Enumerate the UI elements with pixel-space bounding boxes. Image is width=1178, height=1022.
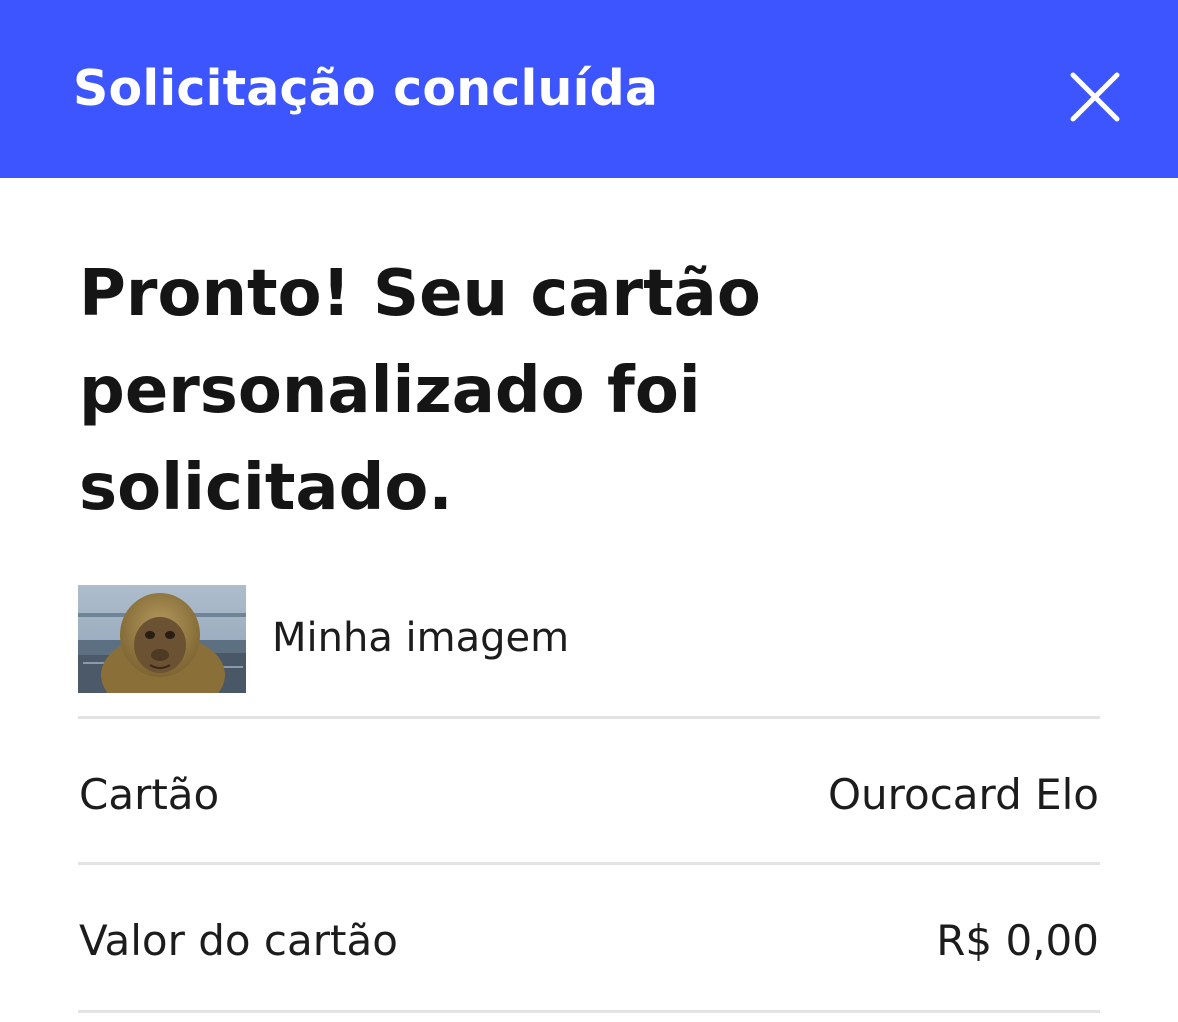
card-price-label: Valor do cartão: [79, 916, 398, 965]
close-icon: [1070, 72, 1120, 122]
headline-line-1: Pronto! Seu cartão: [79, 257, 761, 331]
card-price-value: R$ 0,00: [936, 916, 1099, 965]
header-bar: Solicitação concluída: [0, 0, 1178, 178]
close-button[interactable]: [1064, 66, 1126, 128]
card-value: Ourocard Elo: [828, 770, 1099, 819]
headline-line-2: personalizado foi: [79, 354, 701, 428]
custom-image-row: Minha imagem: [78, 585, 1100, 693]
divider: [78, 716, 1100, 719]
card-label: Cartão: [79, 770, 220, 819]
divider: [78, 862, 1100, 865]
divider: [78, 1010, 1100, 1013]
confirmation-headline: Pronto! Seu cartão personalizado foi solic…: [79, 246, 979, 537]
custom-image-thumbnail: [78, 585, 246, 693]
page-title: Solicitação concluída: [73, 60, 659, 117]
headline-line-3: solicitado.: [79, 451, 453, 525]
custom-image-label: Minha imagem: [272, 615, 570, 661]
